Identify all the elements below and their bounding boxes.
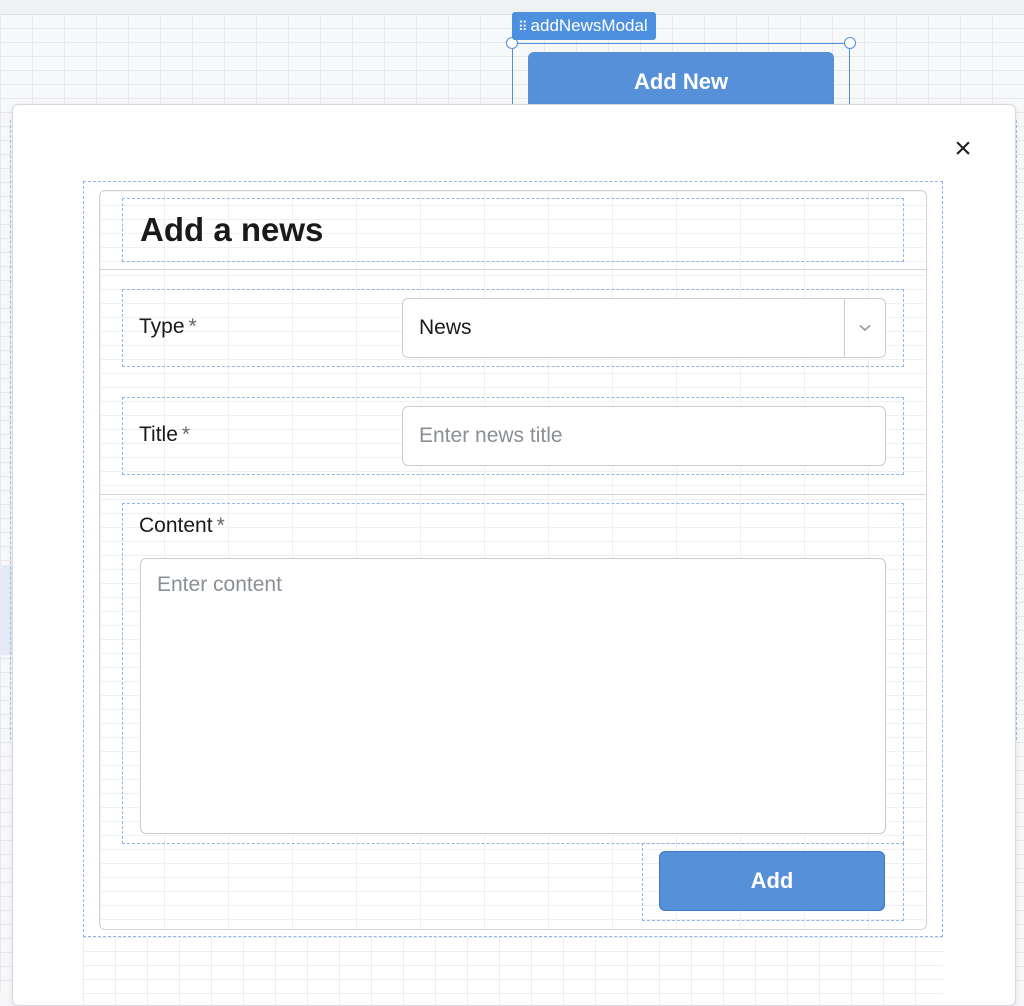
close-icon[interactable]: × [949,134,977,164]
widget-name: addNewsModal [530,16,648,35]
widget-name-tag[interactable]: ⠿ addNewsModal [512,12,656,40]
type-select-value: News [419,316,472,339]
add-button-label: Add [750,868,794,893]
widget-selection-box[interactable] [512,43,850,109]
chevron-down-icon[interactable] [844,299,885,357]
canvas-left-widget-outline [0,120,11,740]
content-label: Content * [139,514,225,537]
drag-grip-icon[interactable]: ⠿ [518,20,527,33]
header-divider [100,269,926,270]
required-marker: * [216,514,225,537]
fields-divider [100,494,926,495]
content-textarea[interactable] [140,558,886,834]
type-label: Type * [139,315,197,338]
modal-canvas-grid [83,937,943,1005]
required-marker: * [188,315,197,338]
type-select[interactable]: News [402,298,886,358]
canvas-right-widget-outline [1016,120,1024,740]
required-marker: * [181,423,191,446]
title-label: Title * [139,423,191,446]
add-news-form: Add a news Type* News Title* Content* Ad… [99,190,927,930]
form-title: Add a news [140,211,324,248]
resize-handle-top-right[interactable] [844,37,856,49]
add-news-modal: × Add a news Type* News Title* Content* [12,104,1016,1006]
add-button[interactable]: Add [659,851,885,911]
title-input[interactable] [402,406,886,466]
